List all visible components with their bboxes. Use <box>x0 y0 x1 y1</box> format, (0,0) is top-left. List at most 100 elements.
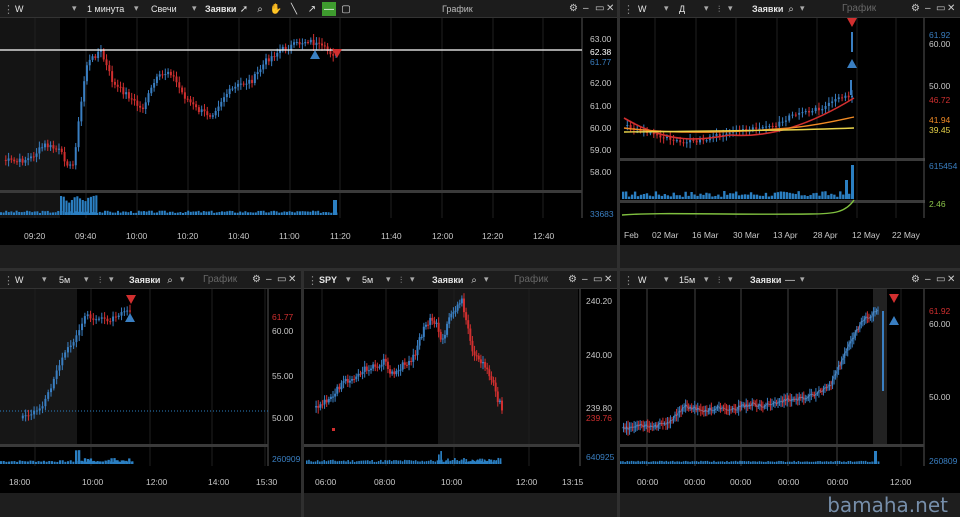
volume-bar <box>26 461 29 464</box>
candle <box>462 298 465 313</box>
volume-bar <box>767 461 769 464</box>
volume-bar <box>738 195 741 199</box>
price-chart[interactable] <box>620 0 960 268</box>
volume-bar <box>771 461 774 464</box>
volume-bar <box>249 212 252 215</box>
candle <box>83 316 86 324</box>
volume-bar <box>371 459 373 464</box>
volume-bar <box>310 461 312 464</box>
volume-bar <box>92 195 95 215</box>
volume-label: 260809 <box>929 456 958 466</box>
candle <box>169 71 172 76</box>
volume-bar <box>104 210 106 215</box>
x-tick: 10:00 <box>441 477 463 487</box>
navigator-scrollbar[interactable] <box>620 245 960 268</box>
volume-bar <box>702 194 705 199</box>
x-tick: 09:40 <box>75 231 97 241</box>
candle <box>471 340 474 352</box>
volume-bar <box>21 460 24 464</box>
price-chart[interactable] <box>0 0 617 268</box>
volume-bar <box>630 194 634 199</box>
candle <box>97 51 100 59</box>
candle <box>408 360 411 366</box>
candle <box>656 134 659 136</box>
navigator-scrollbar[interactable] <box>0 245 617 268</box>
volume-label: 33683 <box>590 209 614 219</box>
volume-bar <box>851 165 854 199</box>
volume-bar <box>28 211 31 215</box>
candle <box>323 399 326 405</box>
volume-bar <box>56 461 59 464</box>
candle <box>827 102 830 106</box>
candle <box>450 313 453 318</box>
volume-bar <box>176 212 179 215</box>
candle <box>481 362 484 364</box>
candle <box>24 160 27 163</box>
volume-bar <box>819 461 821 464</box>
y-tick: 50.00 <box>929 392 951 402</box>
volume-bar <box>720 196 723 199</box>
navigator-scrollbar[interactable] <box>0 493 301 517</box>
candle <box>120 312 123 316</box>
premarket-shade <box>0 18 60 218</box>
volume-bar <box>312 210 314 215</box>
volume-bar <box>714 195 717 199</box>
candle <box>486 367 489 370</box>
candle <box>325 399 328 403</box>
volume-bar <box>739 460 741 464</box>
volume-bar <box>296 211 299 215</box>
candle <box>788 115 791 121</box>
candle <box>433 320 436 324</box>
x-tick: 12:20 <box>482 231 504 241</box>
volume-bar <box>174 212 177 215</box>
volume-bar <box>5 210 8 215</box>
volume-bar <box>687 195 690 199</box>
volume-bar <box>408 460 410 464</box>
volume-bar <box>862 461 865 464</box>
volume-bar <box>39 212 41 215</box>
volume-bar <box>401 461 404 464</box>
volume-bar <box>273 210 275 215</box>
x-tick: 30 Mar <box>733 230 760 240</box>
volume-bar <box>200 212 203 215</box>
volume-bar <box>301 211 304 215</box>
volume-bar <box>329 459 332 464</box>
candle <box>649 132 652 134</box>
volume-bar <box>106 210 109 215</box>
volume-bar <box>382 461 384 464</box>
volume-bar <box>830 461 832 464</box>
candle <box>454 310 457 313</box>
volume-bar <box>81 199 84 215</box>
candle <box>372 364 375 369</box>
volume-bar <box>125 460 128 464</box>
volume-bar <box>849 460 852 464</box>
candle <box>74 147 77 166</box>
candle <box>55 148 58 150</box>
candle <box>662 137 665 139</box>
volume-bar <box>717 461 720 464</box>
pane-divider <box>0 190 582 193</box>
candle <box>63 152 66 162</box>
candle <box>312 39 315 46</box>
volume-bar <box>770 195 774 199</box>
candle <box>778 121 781 127</box>
candle <box>393 371 396 375</box>
volume-bar <box>645 193 649 199</box>
volume-bar <box>740 194 744 199</box>
volume-bar <box>633 461 635 464</box>
volume-bar <box>210 210 213 215</box>
volume-bar <box>158 210 161 215</box>
last-price-label: 61.77 <box>590 57 612 67</box>
candle <box>755 127 758 129</box>
x-tick: 08:00 <box>374 477 396 487</box>
candle <box>801 112 804 114</box>
volume-bar <box>717 194 720 199</box>
volume-bar <box>130 211 132 215</box>
volume-bar <box>423 461 426 464</box>
volume-bar <box>122 211 125 215</box>
navigator-scrollbar[interactable] <box>304 493 617 517</box>
candle <box>114 316 117 318</box>
candle <box>192 102 195 105</box>
candle <box>144 102 147 110</box>
volume-bar <box>356 461 358 464</box>
